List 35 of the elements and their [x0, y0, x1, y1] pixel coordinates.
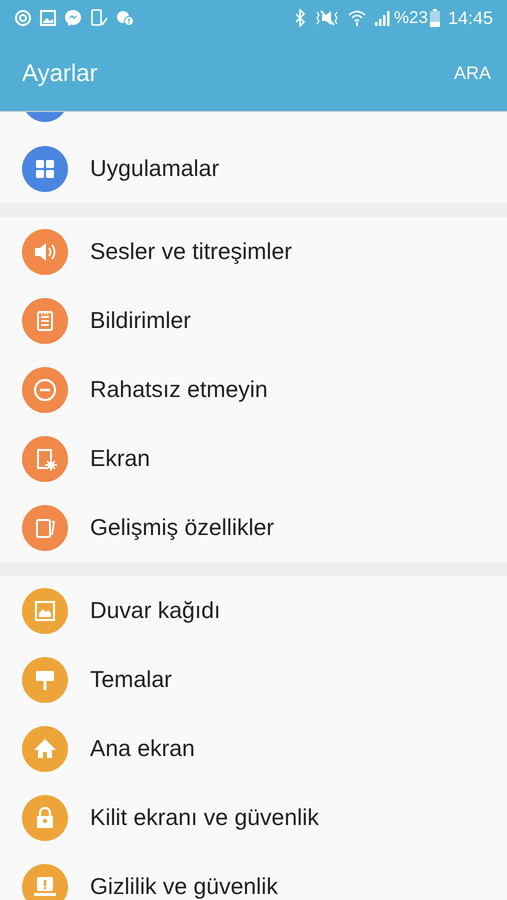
house-icon	[34, 738, 56, 758]
settings-item[interactable]: Sesler ve titreşimler	[0, 217, 507, 286]
sync-icon	[14, 9, 32, 27]
phone-gear-icon	[37, 448, 58, 472]
settings-item[interactable]: Uygulamalar	[0, 134, 507, 203]
signal-icon	[374, 10, 390, 26]
chat-bubble-icon	[64, 9, 82, 27]
page-title: Ayarlar	[22, 58, 98, 88]
phone-download-icon	[90, 9, 108, 27]
settings-item[interactable]: Gizlilik ve güvenlik	[0, 852, 507, 900]
image-icon	[40, 10, 56, 26]
padlock-icon	[37, 806, 53, 828]
muted-speaker-icon	[314, 9, 340, 27]
battery-percent: %23	[394, 7, 428, 30]
settings-item[interactable]: Ekran	[0, 424, 507, 493]
settings-item[interactable]: Duvar kağıdı	[0, 576, 507, 645]
image-icon	[35, 600, 55, 620]
settings-item[interactable]: Kilit ekranı ve güvenlik	[0, 783, 507, 852]
settings-item[interactable]: Bildirimler	[0, 286, 507, 355]
bluetooth-icon	[294, 9, 306, 27]
tablet-icon	[36, 518, 55, 538]
clock: 14:45	[448, 6, 493, 30]
battery-icon	[430, 9, 440, 27]
alert-bubble-icon	[116, 10, 134, 26]
settings-item[interactable]: Temalar	[0, 645, 507, 714]
settings-item[interactable]: Gelişmiş özellikler	[0, 493, 507, 562]
warning-sign-icon	[34, 876, 56, 896]
notepad-icon	[37, 310, 53, 330]
minus-circle-icon	[34, 378, 56, 401]
settings-item[interactable]: Ana ekran	[0, 714, 507, 783]
grid-icon	[36, 160, 54, 178]
paint-roller-icon	[36, 670, 54, 690]
wifi-icon	[348, 9, 366, 27]
speaker-icon	[35, 242, 56, 260]
settings-item[interactable]: Rahatsız etmeyin	[0, 355, 507, 424]
